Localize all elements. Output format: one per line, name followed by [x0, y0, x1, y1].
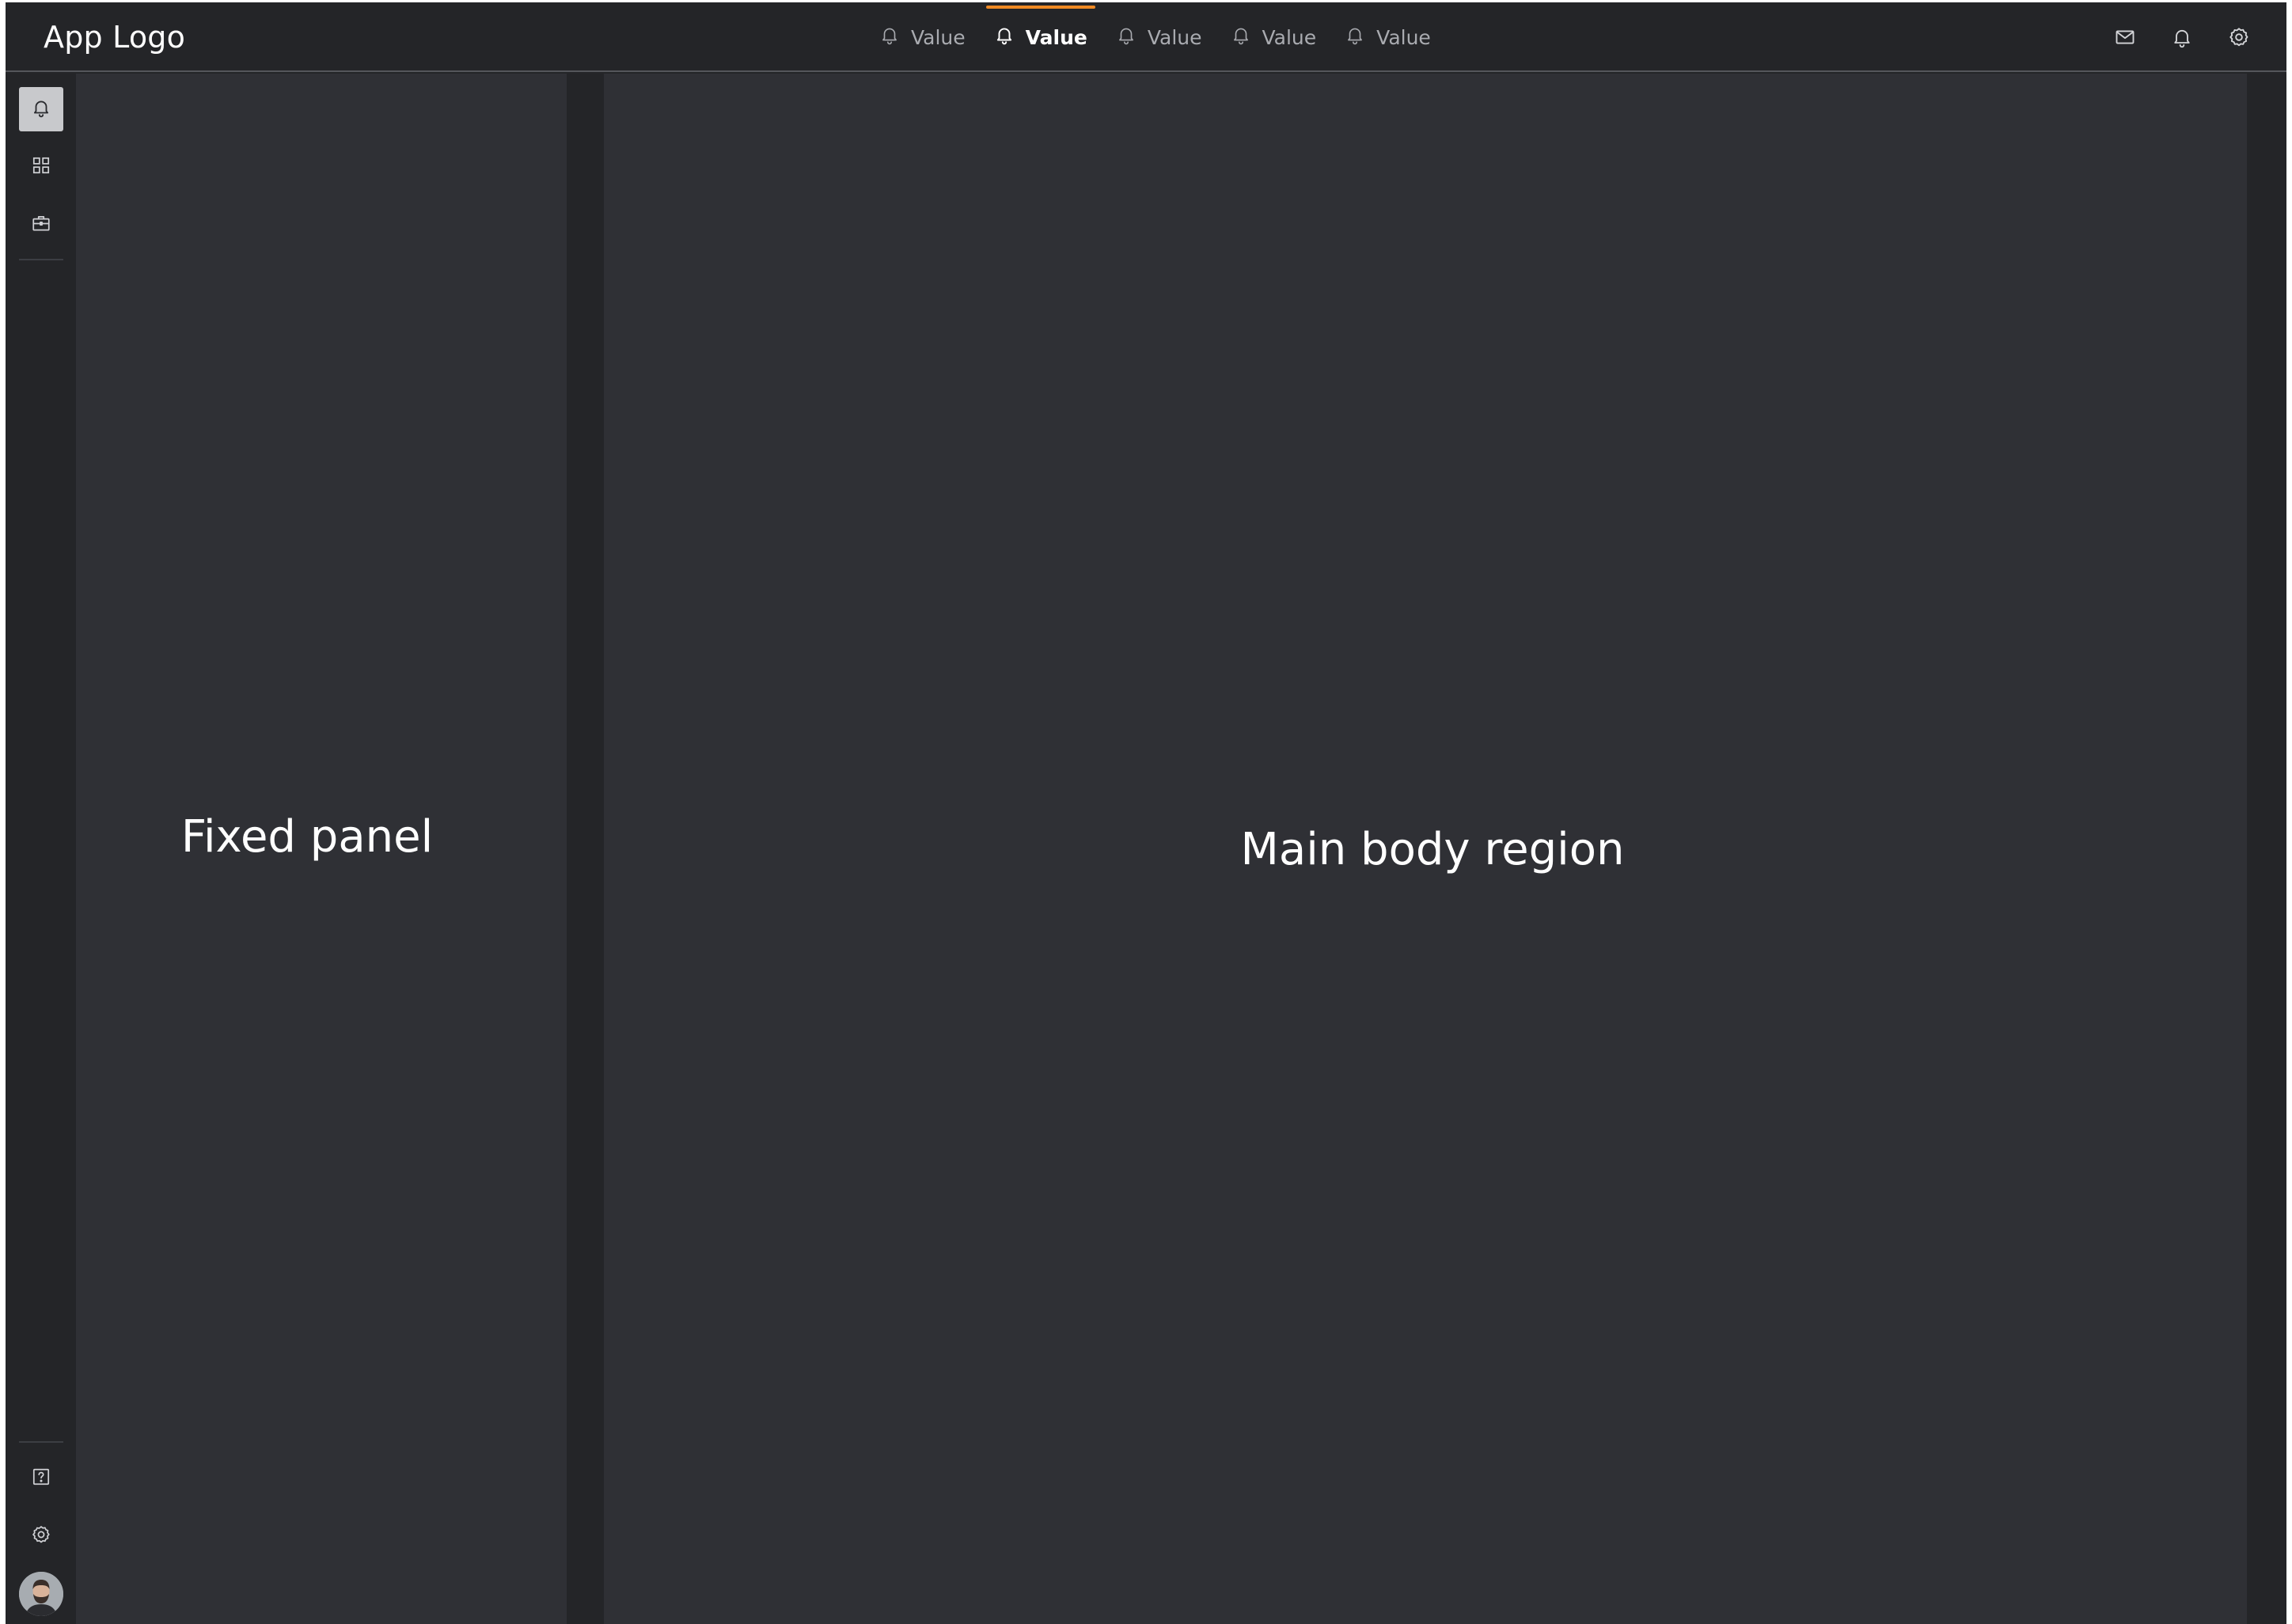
bell-icon [31, 97, 51, 122]
tab-value-3[interactable]: Value [1105, 2, 1213, 72]
rail-divider-bottom [19, 1441, 63, 1443]
tab-label: Value [1025, 25, 1087, 49]
top-bar: App Logo Value Value Value Value Value [6, 2, 2286, 72]
avatar[interactable] [19, 1572, 63, 1616]
app-window: App Logo Value Value Value Value Value F… [6, 2, 2286, 1624]
main-body-label: Main body region [1240, 824, 1625, 875]
tab-label: Value [1147, 25, 1202, 49]
bell-icon [1116, 25, 1137, 50]
bell-icon [994, 25, 1015, 50]
gear-icon [31, 1524, 51, 1549]
bell-icon [879, 25, 900, 50]
fixed-panel-label: Fixed panel [180, 811, 434, 863]
help-icon [31, 1467, 51, 1491]
tab-label: Value [911, 25, 966, 49]
fixed-panel: Fixed panel [76, 74, 567, 1624]
briefcase-icon [31, 213, 51, 237]
tab-value-5[interactable]: Value [1334, 2, 1442, 72]
tab-label: Value [1376, 25, 1431, 49]
tab-label: Value [1262, 25, 1317, 49]
rail-item-briefcase[interactable] [19, 203, 63, 247]
right-edge-strip [2247, 74, 2286, 1624]
top-actions [2114, 2, 2250, 72]
rail-item-settings[interactable] [19, 1514, 63, 1558]
left-rail [6, 74, 76, 1624]
settings-gear-icon[interactable] [2228, 26, 2250, 48]
rail-item-dashboard[interactable] [19, 145, 63, 189]
rail-item-help[interactable] [19, 1456, 63, 1501]
notifications-bell-icon[interactable] [2171, 26, 2193, 48]
tab-value-1[interactable]: Value [868, 2, 977, 72]
bell-icon [1231, 25, 1251, 50]
top-tabs: Value Value Value Value Value [868, 2, 1448, 72]
mail-icon[interactable] [2114, 26, 2136, 48]
rail-divider-top [19, 259, 63, 260]
grid-icon [31, 155, 51, 180]
rail-item-notifications[interactable] [19, 87, 63, 131]
panel-gutter [567, 74, 604, 1624]
tab-value-4[interactable]: Value [1220, 2, 1328, 72]
main-body-region: Main body region [604, 74, 2247, 1624]
tab-value-2[interactable]: Value [983, 2, 1099, 72]
app-logo[interactable]: App Logo [44, 2, 185, 72]
bell-icon [1345, 25, 1365, 50]
